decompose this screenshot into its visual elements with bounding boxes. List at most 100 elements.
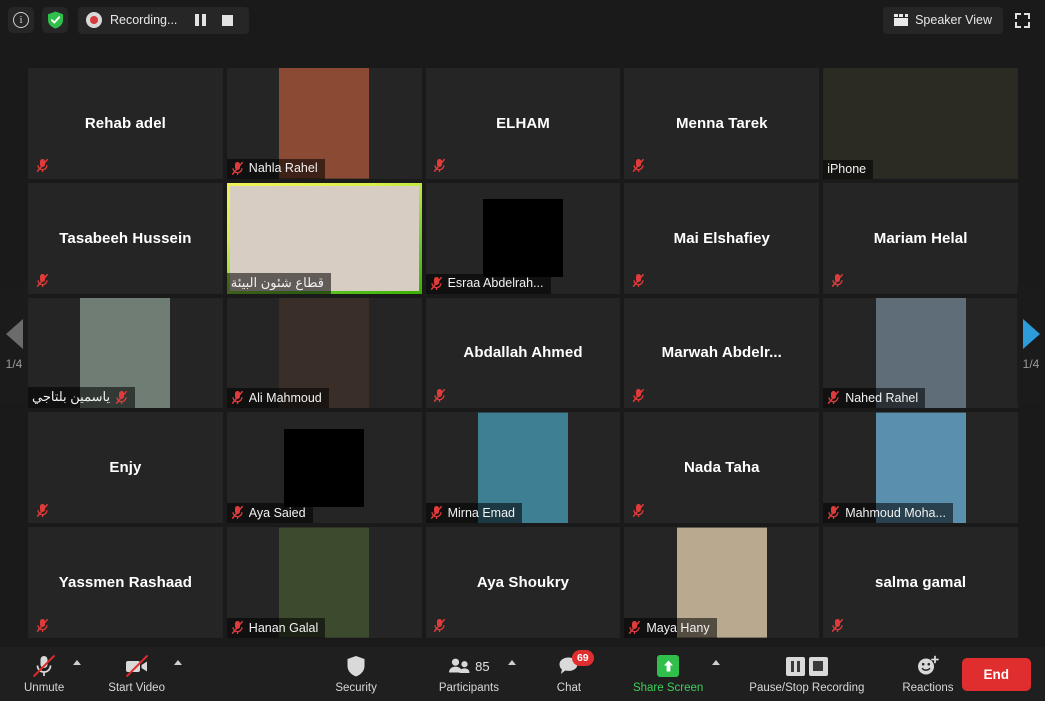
participant-tile[interactable]: Menna Tarek: [624, 68, 820, 179]
video-gallery: Rehab adel Nahla Rahel ELHAM Menna Tarek iPh…: [0, 42, 1045, 647]
next-page-button[interactable]: 1/4: [1017, 285, 1045, 404]
microphone-muted-icon: [430, 157, 450, 175]
recording-indicator: Recording...: [78, 6, 250, 34]
participant-name: Menna Tarek: [675, 114, 768, 132]
participant-tile[interactable]: ELHAM: [425, 68, 621, 179]
participant-name: Ali Mahmoud: [248, 390, 322, 405]
participant-name-bar: Hanan Galal: [226, 618, 326, 638]
pause-recording-button[interactable]: [189, 10, 213, 30]
participant-tile[interactable]: Aya Shoukry: [425, 527, 621, 638]
participant-tile[interactable]: Nahed Rahel: [823, 297, 1018, 409]
microphone-muted-icon: [827, 272, 847, 290]
participant-tile[interactable]: Tasabeeh Hussein: [28, 182, 223, 294]
chat-bubble-icon: 69: [558, 650, 594, 678]
participant-tile[interactable]: Yassmen Rashaad: [28, 527, 223, 638]
pause-stop-recording-button[interactable]: Pause/Stop Recording: [741, 647, 872, 701]
top-bar: i Recording... Speaker View: [0, 0, 1045, 40]
pause-icon[interactable]: [785, 656, 805, 676]
encryption-shield-button[interactable]: [42, 7, 68, 33]
reactions-button[interactable]: Reactions: [894, 647, 961, 701]
participant-name: Yassmen Rashaad: [58, 574, 193, 592]
share-screen-button[interactable]: Share Screen: [625, 647, 711, 701]
participant-name: ياسمين بلتاجي: [32, 389, 111, 405]
stop-icon[interactable]: [808, 656, 828, 676]
participant-tile[interactable]: iPhone: [823, 68, 1018, 179]
microphone-muted-icon: [430, 276, 443, 291]
unmute-label: Unmute: [24, 682, 65, 694]
chevron-left-icon: [5, 318, 23, 349]
participant-tile[interactable]: Mahmoud Moha...: [823, 412, 1018, 524]
speaker-view-label: Speaker View: [915, 13, 992, 27]
microphone-muted-icon: [32, 501, 52, 519]
meeting-info-button[interactable]: i: [8, 7, 34, 33]
participant-tile[interactable]: Nahla Rahel: [226, 68, 422, 179]
microphone-muted-icon: [32, 654, 56, 678]
chevron-up-icon: [507, 659, 516, 665]
participant-name: Mirna Emad: [447, 505, 515, 520]
participant-tile[interactable]: Maya Hany: [624, 527, 820, 638]
audio-options-button[interactable]: [72, 647, 86, 701]
participants-options-button[interactable]: [507, 647, 521, 701]
participants-button[interactable]: 85 Participants: [431, 647, 507, 701]
stop-recording-button[interactable]: [216, 11, 239, 30]
participant-tile[interactable]: Nada Taha: [624, 412, 820, 524]
participant-name: Marwah Abdelr...: [661, 344, 782, 362]
participant-name-bar: Mirna Emad: [425, 503, 522, 524]
participants-label: Participants: [438, 682, 499, 694]
end-meeting-button[interactable]: End: [961, 657, 1031, 691]
recording-controls: [785, 654, 828, 678]
participant-tile[interactable]: ياسمين بلتاجي: [28, 297, 223, 409]
chevron-up-icon: [73, 659, 82, 665]
participant-tile[interactable]: salma gamal: [823, 527, 1018, 638]
microphone-muted-icon: [115, 390, 128, 405]
participant-tile[interactable]: Mai Elshafiey: [624, 182, 820, 294]
meeting-toolbar: Unmute Start Video Security 85 Participa…: [0, 647, 1045, 701]
microphone-muted-icon: [32, 157, 52, 175]
microphone-muted-icon: [231, 505, 244, 520]
security-button[interactable]: Security: [327, 647, 385, 701]
next-page-label: 1/4: [1022, 356, 1040, 371]
start-video-button[interactable]: Start Video: [100, 647, 173, 701]
microphone-muted-icon: [231, 620, 244, 635]
participant-name: Mahmoud Moha...: [845, 505, 946, 520]
participant-name: قطاع شئون البيئة: [230, 274, 325, 290]
participant-tile[interactable]: Aya Saied: [226, 412, 422, 524]
participant-name-bar: iPhone: [823, 159, 874, 179]
pause-icon: [195, 14, 207, 26]
chat-button[interactable]: 69 Chat: [541, 647, 597, 701]
participant-name: Nada Taha: [683, 459, 760, 477]
microphone-muted-icon: [628, 501, 648, 519]
speaker-view-button[interactable]: Speaker View: [883, 6, 1003, 34]
participant-video: [482, 199, 563, 278]
microphone-muted-icon: [628, 157, 648, 175]
share-options-button[interactable]: [711, 647, 725, 701]
participant-tile[interactable]: قطاع شئون البيئة: [226, 182, 422, 294]
previous-page-button[interactable]: 1/4: [0, 285, 28, 404]
participant-name-bar: Maya Hany: [624, 618, 717, 638]
participant-tile[interactable]: Enjy: [28, 412, 223, 524]
unmute-button[interactable]: Unmute: [16, 647, 72, 701]
microphone-muted-icon: [827, 390, 840, 405]
participant-tile[interactable]: Rehab adel: [28, 68, 223, 179]
participant-tile[interactable]: Abdallah Ahmed: [425, 297, 621, 409]
recording-label: Recording...: [110, 13, 178, 27]
participant-tile[interactable]: Esraa Abdelrah...: [425, 182, 621, 294]
participant-tile[interactable]: Mirna Emad: [425, 412, 621, 524]
chevron-up-icon: [173, 659, 182, 665]
participant-name-bar: Esraa Abdelrah...: [425, 273, 551, 294]
participant-name-bar: Nahla Rahel: [226, 158, 325, 179]
participant-name: Aya Shoukry: [476, 574, 570, 592]
participant-tile[interactable]: Ali Mahmoud: [226, 297, 422, 409]
participant-name: Nahla Rahel: [248, 161, 318, 176]
chat-label: Chat: [556, 682, 582, 694]
video-options-button[interactable]: [173, 647, 187, 701]
start-video-label: Start Video: [108, 682, 165, 694]
fullscreen-button[interactable]: [1009, 7, 1035, 33]
participant-name: Mai Elshafiey: [673, 229, 770, 247]
participant-tile[interactable]: Hanan Galal: [226, 527, 422, 638]
chat-unread-badge: 69: [571, 650, 594, 666]
chevron-up-icon: [712, 659, 721, 665]
participant-tile[interactable]: Mariam Helal: [823, 182, 1018, 294]
prev-page-label: 1/4: [5, 356, 23, 371]
participant-tile[interactable]: Marwah Abdelr...: [624, 297, 820, 409]
